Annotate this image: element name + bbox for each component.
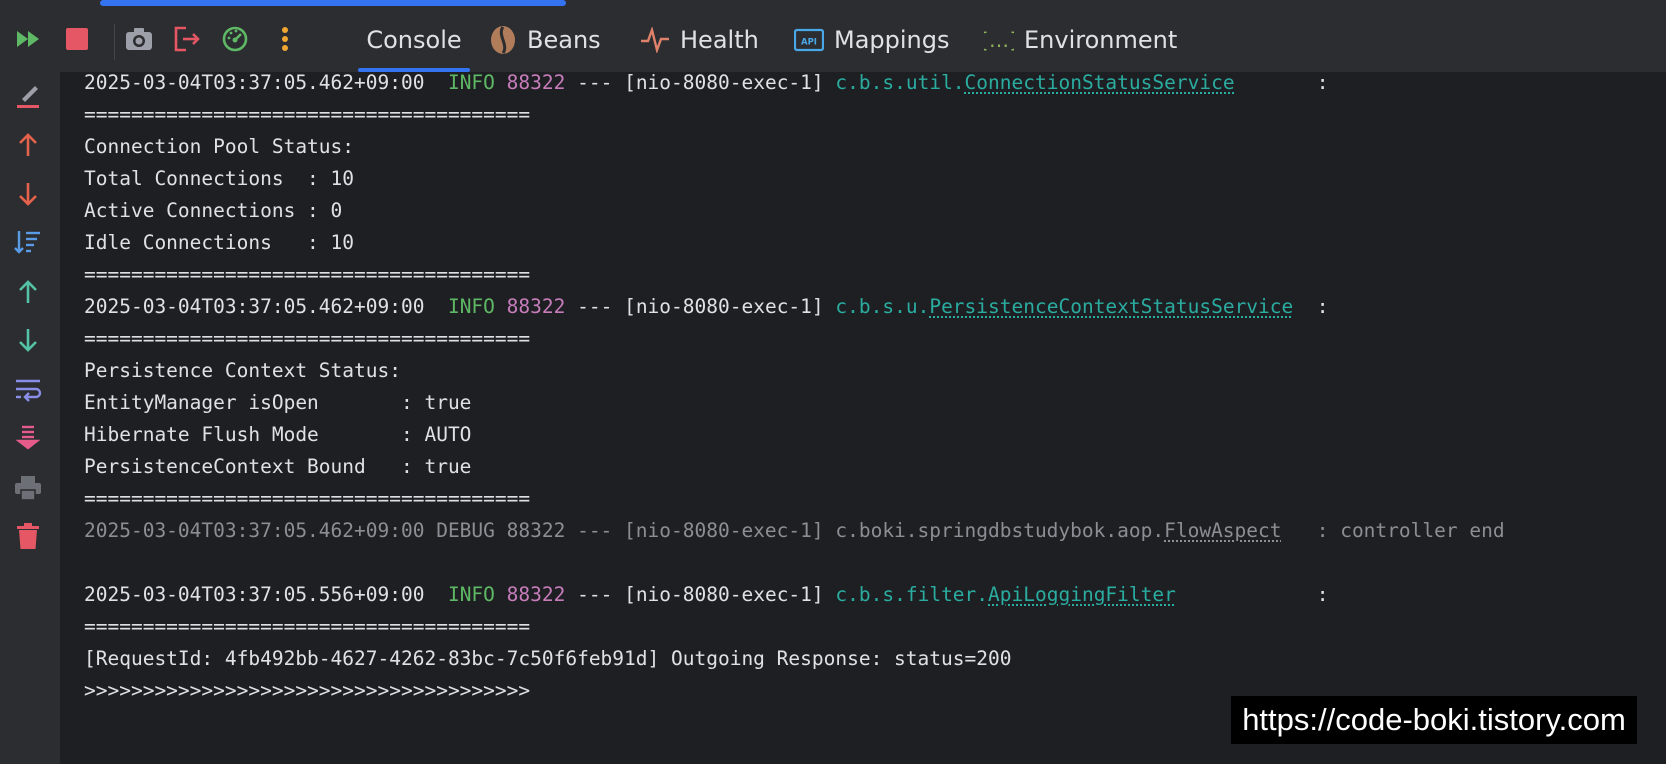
sort-icon[interactable] (10, 224, 46, 260)
svg-text:{…}: {…} (984, 28, 1014, 52)
log-line: Hibernate Flush Mode : AUTO (84, 423, 472, 446)
log-line: >>>>>>>>>>>>>>>>>>>>>>>>>>>>>>>>>>>>>> (84, 679, 531, 702)
log-line: ====================================== (84, 263, 531, 286)
tab-label: Mappings (834, 26, 950, 54)
stop-icon[interactable] (60, 22, 94, 56)
logger-class-link[interactable]: ApiLoggingFilter (988, 583, 1176, 606)
log-line: Idle Connections : 10 (84, 231, 355, 254)
down-red-icon[interactable] (10, 176, 46, 212)
log-line: 2025-03-04T03:37:05.462+09:00 DEBUG 8832… (84, 519, 1505, 542)
tab-beans[interactable]: Beans (489, 8, 601, 72)
more-icon[interactable] (268, 22, 302, 56)
services-toolbar: Console Beans Health API Mappings {…} En… (0, 8, 1666, 73)
api-icon: API (794, 28, 824, 52)
log-line: Persistence Context Status: (84, 359, 401, 382)
log-line: PersistenceContext Bound : true (84, 455, 472, 478)
up-red-icon[interactable] (10, 127, 46, 163)
log-line: 2025-03-04T03:37:05.462+09:00 INFO 88322… (84, 72, 1329, 94)
log-line: ====================================== (84, 615, 531, 638)
print-icon[interactable] (10, 470, 46, 506)
tab-label: Environment (1024, 26, 1178, 54)
log-line: Total Connections : 10 (84, 167, 355, 190)
braces-icon: {…} (984, 26, 1014, 54)
trash-icon[interactable] (10, 518, 46, 554)
tab-mappings[interactable]: API Mappings (794, 8, 950, 72)
log-line: Active Connections : 0 (84, 199, 343, 222)
clear-icon[interactable] (10, 78, 46, 114)
tab-health[interactable]: Health (640, 8, 759, 72)
console-output[interactable]: 2025-03-04T03:37:05.462+09:00 INFO 88322… (60, 72, 1666, 764)
tab-console[interactable]: Console (358, 8, 470, 72)
progress-indicator (100, 0, 566, 6)
log-line: [RequestId: 4fb492bb-4627-4262-83bc-7c50… (84, 647, 1012, 670)
log-line: 2025-03-04T03:37:05.556+09:00 INFO 88322… (84, 583, 1329, 606)
tab-label: Health (680, 26, 759, 54)
log-line: ====================================== (84, 103, 531, 126)
bean-icon (489, 25, 517, 55)
logger-class-link[interactable]: PersistenceContextStatusService (929, 295, 1293, 318)
logger-class-link[interactable]: ConnectionStatusService (965, 72, 1235, 94)
log-line: 2025-03-04T03:37:05.462+09:00 INFO 88322… (84, 295, 1329, 318)
log-line: ====================================== (84, 487, 531, 510)
wrap-icon[interactable] (10, 372, 46, 408)
rerun-icon[interactable] (12, 22, 46, 56)
console-sidebar (0, 72, 60, 764)
logger-class-link[interactable]: FlowAspect (1164, 519, 1281, 542)
log-line: ====================================== (84, 327, 531, 350)
tab-label: Beans (527, 26, 601, 54)
log-line: Connection Pool Status: (84, 135, 355, 158)
tab-environment[interactable]: {…} Environment (984, 8, 1177, 72)
down-teal-icon[interactable] (10, 322, 46, 358)
screenshot-icon[interactable] (122, 22, 156, 56)
watermark: https://code-boki.tistory.com (1231, 696, 1637, 744)
log-line: EntityManager isOpen : true (84, 391, 472, 414)
svg-text:API: API (801, 38, 817, 48)
pulse-icon (640, 27, 670, 53)
up-teal-icon[interactable] (10, 274, 46, 310)
top-progress-track (0, 0, 1666, 8)
scroll-end-icon[interactable] (10, 420, 46, 456)
toolbar-separator (114, 24, 115, 60)
speedometer-icon[interactable] (218, 22, 252, 56)
tab-label: Console (366, 26, 462, 54)
exit-icon[interactable] (170, 22, 204, 56)
